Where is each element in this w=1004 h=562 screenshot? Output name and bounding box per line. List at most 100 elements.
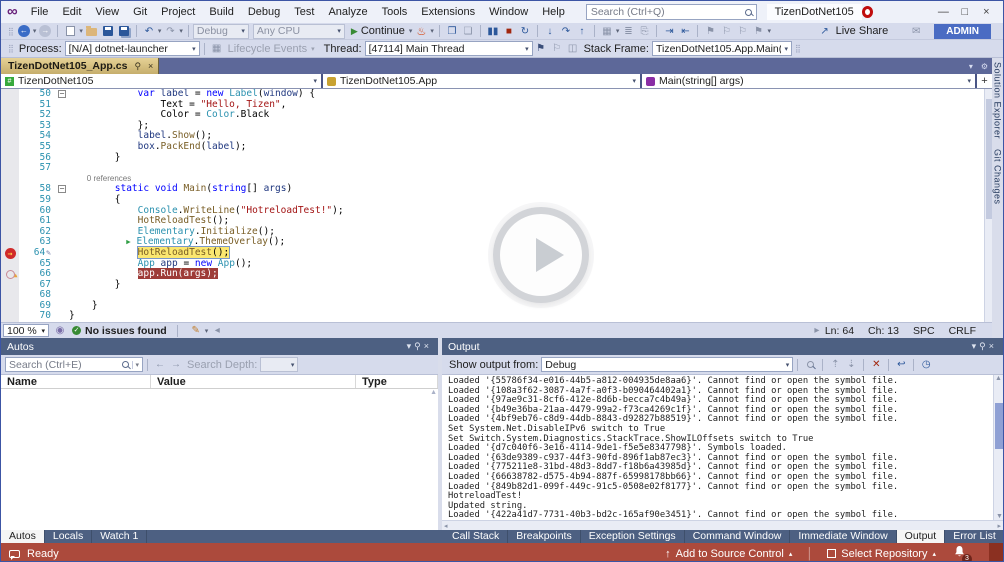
menu-item-project[interactable]: Project bbox=[154, 1, 202, 23]
output-log[interactable]: Loaded '{55786f34-e016-44b5-a812-004935d… bbox=[442, 375, 993, 520]
continue-icon[interactable]: ▶ bbox=[351, 26, 358, 37]
step-over-icon[interactable]: ↷ bbox=[559, 24, 573, 38]
breakpoint-margin[interactable] bbox=[1, 121, 19, 132]
breakpoint-margin[interactable] bbox=[1, 311, 19, 322]
show-flagged-only-icon[interactable]: ◫ bbox=[566, 42, 580, 56]
hscroll-left-icon[interactable]: ◂ bbox=[210, 324, 224, 338]
notifications-button[interactable]: 3 bbox=[954, 546, 965, 561]
tab-options-icon[interactable]: ⚙ bbox=[981, 62, 988, 71]
breakpoint-margin[interactable] bbox=[1, 216, 19, 227]
breakpoint-margin[interactable] bbox=[1, 269, 19, 280]
menu-item-view[interactable]: View bbox=[88, 1, 126, 23]
menu-item-debug[interactable]: Debug bbox=[241, 1, 287, 23]
code-map-icon[interactable]: ⎘ bbox=[637, 24, 651, 38]
fold-margin[interactable] bbox=[55, 290, 69, 301]
clear-bookmarks-icon[interactable]: ⚑ bbox=[751, 24, 765, 38]
breakpoint-margin[interactable] bbox=[1, 110, 19, 121]
menu-item-edit[interactable]: Edit bbox=[55, 1, 88, 23]
project-dropdown[interactable]: # TizenDotNet105 ▾ bbox=[1, 74, 323, 88]
thread-dropdown[interactable]: [47114] Main Thread▾ bbox=[365, 41, 533, 56]
quick-search-input[interactable]: Search (Ctrl+Q) bbox=[586, 4, 757, 20]
codelens-references[interactable]: 0 references bbox=[69, 174, 131, 183]
flag-threads-icon[interactable]: ⚑ bbox=[534, 42, 548, 56]
panel-tab-autos[interactable]: Autos bbox=[1, 530, 45, 543]
stop-debugging-icon[interactable]: ■ bbox=[502, 24, 516, 38]
tab-list-dropdown-icon[interactable]: ▾ bbox=[969, 62, 973, 71]
timestamp-icon[interactable]: ◷ bbox=[919, 358, 933, 372]
line-ending-indicator[interactable]: CRLF bbox=[949, 325, 976, 337]
fold-collapse-icon[interactable]: − bbox=[58, 185, 66, 193]
menu-item-help[interactable]: Help bbox=[535, 1, 572, 23]
add-to-source-control-button[interactable]: ↑ Add to Source Control ▴ bbox=[657, 548, 800, 560]
show-threads-icon[interactable]: ≣ bbox=[621, 24, 635, 38]
lifecycle-events-button[interactable]: Lifecycle Events bbox=[228, 43, 307, 55]
side-tab-git-changes[interactable]: Git Changes bbox=[993, 149, 1003, 205]
output-pin-icon[interactable]: ⚲ bbox=[979, 341, 989, 351]
search-depth-dropdown[interactable]: ▾ bbox=[260, 357, 298, 372]
output-vertical-scrollbar[interactable]: ▲ ▼ bbox=[993, 375, 1003, 520]
breakpoint-margin[interactable]: → bbox=[1, 248, 19, 259]
output-source-dropdown[interactable]: Debug▾ bbox=[541, 357, 793, 372]
clear-all-icon[interactable]: ✕ bbox=[869, 358, 883, 372]
next-message-icon[interactable]: ⇣ bbox=[844, 358, 858, 372]
breakpoint-margin[interactable] bbox=[1, 237, 19, 248]
panel-tab-command-window[interactable]: Command Window bbox=[685, 530, 791, 543]
side-tab-solution-explorer[interactable]: Solution Explorer bbox=[993, 62, 1003, 139]
pause-icon[interactable]: ▮▮ bbox=[486, 24, 500, 38]
space-mode-indicator[interactable]: SPC bbox=[913, 325, 935, 337]
code-editor[interactable]: 50− var label = new Label(window) {51 Te… bbox=[1, 89, 992, 322]
method-dropdown[interactable]: Main(string[] args) ▾ bbox=[642, 74, 977, 88]
undo-icon[interactable]: ↶ bbox=[142, 24, 156, 38]
menu-item-file[interactable]: File bbox=[24, 1, 56, 23]
autos-window-menu-icon[interactable]: ▾ bbox=[407, 341, 415, 351]
fold-margin[interactable] bbox=[55, 131, 69, 142]
fold-margin[interactable] bbox=[55, 142, 69, 153]
fold-margin[interactable] bbox=[55, 163, 69, 174]
pin-tab-icon[interactable]: ⚲ bbox=[134, 61, 141, 72]
hscroll-left-icon[interactable]: ◂ bbox=[444, 522, 448, 530]
breakpoint-margin[interactable] bbox=[1, 142, 19, 153]
fold-margin[interactable] bbox=[55, 280, 69, 291]
breakpoint-margin[interactable] bbox=[1, 259, 19, 270]
fold-margin[interactable] bbox=[55, 121, 69, 132]
fold-margin[interactable]: − bbox=[55, 184, 69, 195]
record-indicator-icon[interactable] bbox=[862, 6, 873, 18]
save-icon[interactable] bbox=[103, 26, 113, 36]
continue-button[interactable]: Continue bbox=[361, 25, 405, 37]
menu-item-build[interactable]: Build bbox=[202, 1, 240, 23]
video-play-button[interactable] bbox=[493, 207, 589, 303]
step-out-icon[interactable]: ↑ bbox=[575, 24, 589, 38]
redo-icon[interactable]: ↷ bbox=[163, 24, 177, 38]
menu-item-git[interactable]: Git bbox=[126, 1, 154, 23]
open-file-icon[interactable] bbox=[86, 28, 97, 36]
breakpoint-margin[interactable] bbox=[1, 153, 19, 164]
new-file-icon[interactable] bbox=[66, 26, 75, 36]
find-message-icon[interactable] bbox=[803, 358, 817, 372]
breakpoint-warning-icon[interactable] bbox=[6, 270, 15, 279]
restart-icon[interactable]: ↻ bbox=[518, 24, 532, 38]
next-bookmark-icon[interactable]: ⚐ bbox=[735, 24, 749, 38]
autos-close-icon[interactable]: × bbox=[424, 341, 432, 351]
breakpoint-current-icon[interactable]: → bbox=[5, 248, 16, 259]
fold-margin[interactable] bbox=[55, 301, 69, 312]
fold-margin[interactable] bbox=[55, 237, 69, 248]
menu-item-analyze[interactable]: Analyze bbox=[321, 1, 374, 23]
stack-frame-dropdown[interactable]: TizenDotNet105.App.Main()▾ bbox=[652, 41, 792, 56]
close-button[interactable]: × bbox=[976, 6, 997, 18]
show-diagnostics-icon[interactable]: ❏ bbox=[461, 24, 475, 38]
panel-tab-watch-1[interactable]: Watch 1 bbox=[92, 530, 147, 543]
close-tab-icon[interactable]: × bbox=[148, 61, 153, 71]
fold-margin[interactable] bbox=[55, 100, 69, 111]
platform-dropdown[interactable]: Any CPU▾ bbox=[253, 24, 345, 39]
breakpoint-margin[interactable] bbox=[1, 195, 19, 206]
output-close-icon[interactable]: × bbox=[989, 341, 997, 351]
document-tab[interactable]: TizenDotNet105_App.cs ⚲ × bbox=[1, 58, 159, 74]
autos-pin-icon[interactable]: ⚲ bbox=[414, 341, 424, 351]
toggle-bookmark-icon[interactable]: ⚑ bbox=[703, 24, 717, 38]
fold-margin[interactable] bbox=[55, 311, 69, 322]
fold-margin[interactable] bbox=[55, 110, 69, 121]
feedback-icon[interactable]: ✉ bbox=[909, 24, 923, 38]
code-cleanup-icon[interactable]: ✎ bbox=[189, 324, 203, 338]
search-next-icon[interactable]: → bbox=[169, 358, 183, 372]
process-dropdown[interactable]: [N/A] dotnet-launcher▾ bbox=[65, 41, 200, 56]
